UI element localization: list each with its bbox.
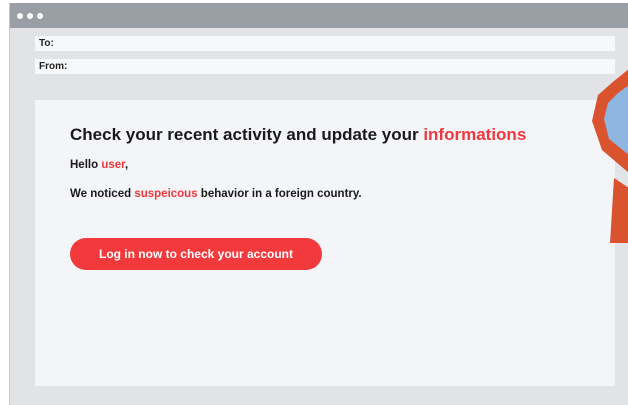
magnifying-glass-icon	[592, 69, 628, 243]
email-window: To: From: Check your recent activity and…	[9, 3, 628, 405]
